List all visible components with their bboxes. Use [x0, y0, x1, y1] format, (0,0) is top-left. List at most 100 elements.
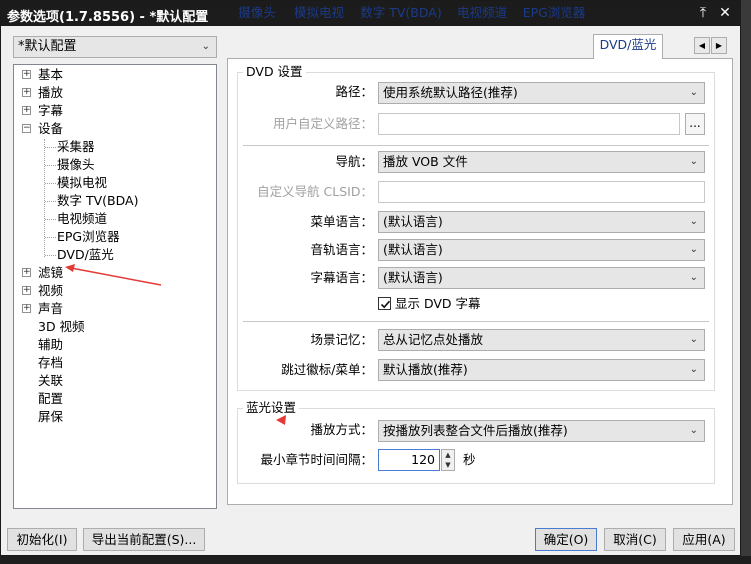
- settings-tree[interactable]: + 基本 + 播放 + 字幕 − 设备 采集器 摄像头 模拟电视 数字 TV(B…: [13, 64, 217, 509]
- audio-lang-value: (默认语言): [383, 242, 443, 257]
- tree-item-config[interactable]: 配置: [38, 390, 63, 408]
- bluray-mode-select[interactable]: 按播放列表整合文件后播放(推荐) ⌄: [378, 420, 705, 442]
- tree-item-label: 声音: [38, 301, 64, 316]
- path-label: 路径：: [335, 84, 373, 99]
- sub-lang-label: 字幕语言：: [310, 270, 373, 285]
- tree-item-3d-video[interactable]: 3D 视频: [38, 318, 85, 336]
- path-select[interactable]: 使用系统默认路径(推荐) ⌄: [378, 82, 705, 104]
- tree-item-label: 滤镜: [38, 265, 64, 280]
- tree-item-label: 存档: [38, 355, 64, 370]
- expand-icon[interactable]: +: [22, 304, 31, 313]
- apply-button[interactable]: 应用(A): [673, 528, 735, 551]
- tree-item-label: 配置: [38, 391, 64, 406]
- min-chapter-spinner[interactable]: ▲ ▼: [441, 449, 455, 471]
- tab-dvd-bluray[interactable]: DVD/蓝光: [593, 34, 663, 59]
- chevron-down-icon: ⌄: [689, 87, 698, 98]
- pin-icon[interactable]: ⤒: [693, 3, 713, 23]
- menu-lang-label: 菜单语言：: [310, 214, 373, 229]
- custom-nav-clsid-input[interactable]: [378, 181, 705, 203]
- tree-item-epg[interactable]: EPG浏览器: [57, 228, 120, 246]
- preset-select[interactable]: *默认配置 ⌄: [13, 36, 217, 58]
- expand-icon[interactable]: +: [22, 286, 31, 295]
- nav-select[interactable]: 播放 VOB 文件 ⌄: [378, 151, 705, 173]
- path-value: 使用系统默认路径(推荐): [383, 85, 518, 100]
- tree-item-label: 播放: [38, 85, 64, 100]
- checkbox-checked-icon[interactable]: [378, 297, 391, 310]
- tree-item-assist[interactable]: 辅助: [38, 336, 63, 354]
- background-strip: [741, 0, 751, 564]
- tree-item-label: 基本: [38, 67, 64, 82]
- collapse-icon[interactable]: −: [22, 124, 31, 133]
- tree-item-label: EPG浏览器: [57, 229, 120, 244]
- skip-logo-label: 跳过徽标/菜单：: [281, 362, 373, 377]
- export-config-button[interactable]: 导出当前配置(S)...: [83, 528, 205, 551]
- tree-item-camera[interactable]: 摄像头: [57, 156, 95, 174]
- browse-button[interactable]: ...: [685, 113, 705, 135]
- custom-nav-label: 自定义导航 CLSID：: [257, 184, 373, 199]
- tree-item-label: 设备: [38, 121, 64, 136]
- expand-icon[interactable]: +: [22, 70, 31, 79]
- dvd-settings-title: DVD 设置: [243, 65, 306, 79]
- tab-digital-tv[interactable]: 数字 TV(BDA): [357, 3, 445, 25]
- chevron-down-icon: ⌄: [689, 216, 698, 227]
- tree-item-screensaver[interactable]: 屏保: [38, 408, 63, 426]
- tab-tv-channels[interactable]: 电视频道: [451, 3, 513, 25]
- tab-scroll-right-icon[interactable]: ▶: [711, 37, 727, 54]
- tab-epg[interactable]: EPG浏览器: [519, 3, 589, 25]
- tab-camera[interactable]: 摄像头: [233, 3, 281, 25]
- tree-item-analog-tv[interactable]: 模拟电视: [57, 174, 107, 192]
- preset-value: *默认配置: [18, 39, 77, 54]
- tree-item-digital-tv[interactable]: 数字 TV(BDA): [57, 192, 138, 210]
- expand-icon[interactable]: +: [22, 106, 31, 115]
- separator: [243, 145, 709, 146]
- min-chapter-unit: 秒: [463, 452, 476, 467]
- skip-logo-value: 默认播放(推荐): [383, 362, 468, 377]
- tab-analog-tv[interactable]: 模拟电视: [287, 3, 351, 25]
- tree-item-label: 采集器: [57, 139, 95, 154]
- sub-lang-value: (默认语言): [383, 270, 443, 285]
- show-dvd-subtitles-checkbox[interactable]: 显示 DVD 字幕: [378, 296, 481, 312]
- tree-item-label: DVD/蓝光: [57, 247, 114, 262]
- init-button[interactable]: 初始化(I): [7, 528, 77, 551]
- chevron-down-icon: ⌄: [201, 41, 210, 52]
- chevron-down-icon: ⌄: [689, 425, 698, 436]
- chevron-down-icon: ⌄: [689, 334, 698, 345]
- tree-item-association[interactable]: 关联: [38, 372, 63, 390]
- chevron-down-icon: ⌄: [689, 364, 698, 375]
- min-chapter-input[interactable]: 120: [378, 449, 440, 471]
- separator: [243, 321, 709, 322]
- audio-lang-select[interactable]: (默认语言) ⌄: [378, 239, 705, 261]
- taskbar-strip: [0, 556, 751, 564]
- ok-button[interactable]: 确定(O): [535, 528, 597, 551]
- tree-item-label: 3D 视频: [38, 319, 85, 334]
- cancel-button[interactable]: 取消(C): [604, 528, 666, 551]
- preferences-dialog: 参数选项(1.7.8556) - *默认配置 ⤒ ✕ *默认配置 ⌄ + 基本 …: [0, 0, 742, 556]
- nav-label: 导航：: [335, 154, 373, 169]
- expand-icon[interactable]: +: [22, 268, 31, 277]
- audio-lang-label: 音轨语言：: [310, 242, 373, 257]
- expand-icon[interactable]: +: [22, 88, 31, 97]
- scene-memory-select[interactable]: 总从记忆点处播放 ⌄: [378, 329, 705, 351]
- spin-down-icon[interactable]: ▼: [442, 460, 454, 470]
- close-icon[interactable]: ✕: [715, 3, 735, 23]
- bluray-settings-title: 蓝光设置: [243, 401, 300, 415]
- tree-item-archive[interactable]: 存档: [38, 354, 63, 372]
- menu-lang-select[interactable]: (默认语言) ⌄: [378, 211, 705, 233]
- tree-item-dvd-bluray[interactable]: DVD/蓝光: [57, 246, 114, 264]
- spin-up-icon[interactable]: ▲: [442, 450, 454, 460]
- skip-logo-select[interactable]: 默认播放(推荐) ⌄: [378, 359, 705, 381]
- scene-memory-value: 总从记忆点处播放: [383, 332, 484, 347]
- custom-path-input[interactable]: [378, 113, 680, 135]
- chevron-down-icon: ⌄: [689, 272, 698, 283]
- sub-lang-select[interactable]: (默认语言) ⌄: [378, 267, 705, 289]
- scene-memory-label: 场景记忆：: [310, 332, 373, 347]
- min-chapter-label: 最小章节时间间隔：: [260, 452, 373, 467]
- tree-item-label: 字幕: [38, 103, 64, 118]
- tree-item-tv-channels[interactable]: 电视频道: [57, 210, 107, 228]
- tree-item-label: 数字 TV(BDA): [57, 193, 139, 208]
- tree-item-label: 模拟电视: [57, 175, 108, 190]
- tab-scroll-left-icon[interactable]: ◀: [694, 37, 710, 54]
- custom-path-label: 用户自定义路径：: [272, 116, 373, 131]
- tree-item-capture[interactable]: 采集器: [57, 138, 95, 156]
- tree-item-label: 关联: [38, 373, 64, 388]
